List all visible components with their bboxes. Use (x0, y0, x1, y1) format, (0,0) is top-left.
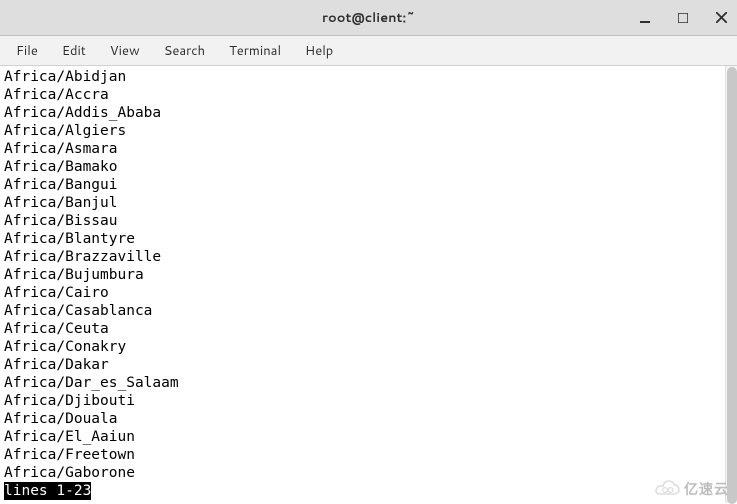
terminal-line: Africa/Bangui (4, 176, 733, 194)
maximize-button[interactable] (673, 8, 693, 28)
menu-view[interactable]: View (100, 38, 150, 64)
terminal-line: Africa/Algiers (4, 122, 733, 140)
terminal-line: Africa/Casablanca (4, 302, 733, 320)
pager-status: lines 1-23 (4, 482, 91, 500)
close-icon (716, 12, 727, 23)
terminal-line: Africa/Bamako (4, 158, 733, 176)
terminal-line: Africa/Freetown (4, 446, 733, 464)
window-controls (635, 0, 731, 35)
terminal-line: Africa/Abidjan (4, 68, 733, 86)
minimize-icon (640, 13, 650, 23)
menu-file[interactable]: File (6, 38, 48, 64)
terminal-line: Africa/Djibouti (4, 392, 733, 410)
terminal-line: Africa/Bissau (4, 212, 733, 230)
scrollbar[interactable] (725, 66, 737, 503)
terminal-line: Africa/Ceuta (4, 320, 733, 338)
menubar: File Edit View Search Terminal Help (0, 36, 737, 66)
window-title: root@client:~ (322, 9, 415, 27)
terminal-line: Africa/Dakar (4, 356, 733, 374)
terminal-line: Africa/El_Aaiun (4, 428, 733, 446)
terminal-line: Africa/Dar_es_Salaam (4, 374, 733, 392)
menu-search[interactable]: Search (154, 38, 215, 64)
terminal-line: Africa/Brazzaville (4, 248, 733, 266)
menu-terminal[interactable]: Terminal (219, 38, 291, 64)
terminal-line: Africa/Bujumbura (4, 266, 733, 284)
terminal-line: Africa/Banjul (4, 194, 733, 212)
terminal-line: Africa/Asmara (4, 140, 733, 158)
terminal-line: Africa/Cairo (4, 284, 733, 302)
terminal-line: Africa/Blantyre (4, 230, 733, 248)
terminal-output[interactable]: Africa/Abidjan Africa/Accra Africa/Addis… (0, 66, 737, 503)
maximize-icon (678, 13, 688, 23)
menu-edit[interactable]: Edit (52, 38, 96, 64)
terminal-line: Africa/Accra (4, 86, 733, 104)
terminal-line: Africa/Addis_Ababa (4, 104, 733, 122)
terminal-line: Africa/Gaborone (4, 464, 733, 482)
minimize-button[interactable] (635, 8, 655, 28)
terminal-line: Africa/Douala (4, 410, 733, 428)
close-button[interactable] (711, 8, 731, 28)
scrollbar-thumb[interactable] (727, 67, 737, 504)
titlebar: root@client:~ (0, 0, 737, 36)
menu-help[interactable]: Help (295, 38, 343, 64)
terminal-line: Africa/Conakry (4, 338, 733, 356)
